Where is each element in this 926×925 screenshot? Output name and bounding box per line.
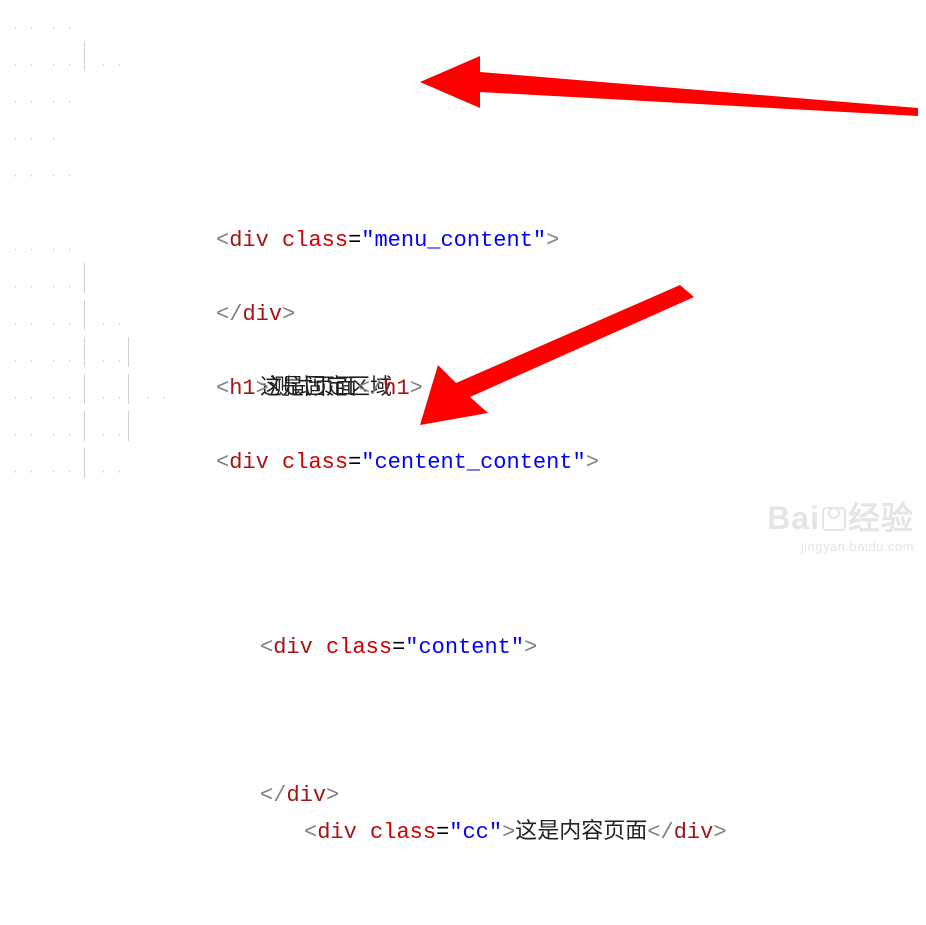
code-line[interactable]: · · · · · · </div> [0,444,926,481]
code-editor[interactable]: · · · · <div class="menu_content"> · · ·… [0,0,926,481]
code-line-blank[interactable]: · · · · · · [0,407,926,444]
code-line[interactable]: · · · · <h1>测试页面</h1> [0,148,926,185]
code-line-blank[interactable]: · · · · [0,259,926,296]
code-line-blank[interactable]: · · · · · · [0,333,926,370]
attr-value: "cc" [449,820,502,845]
watermark: Bai经验 jingyan.baidu.com [767,493,914,554]
code-line[interactable]: · · · · <div class="menu_content"> [0,0,926,37]
code-line[interactable]: · · · · </div> [0,74,926,111]
tag-name: div [273,635,313,660]
text-content: 这是内容页面 [515,820,647,845]
code-line-blank[interactable]: · · · [0,111,926,148]
code-line[interactable]: · · · · · · 这是固定区域 [0,37,926,74]
attr-name: class [326,635,392,660]
code-line[interactable]: · · · · · · · · <div class="cc">这是内容页面</… [0,370,926,407]
attr-name: class [370,820,436,845]
attr-value: "content" [405,635,524,660]
tag-name: div [286,783,326,808]
code-line-blank[interactable] [0,185,926,222]
code-line[interactable]: · · · · <div class="centent_content"> [0,222,926,259]
code-line[interactable]: · · · · · · <div class="content"> [0,296,926,333]
